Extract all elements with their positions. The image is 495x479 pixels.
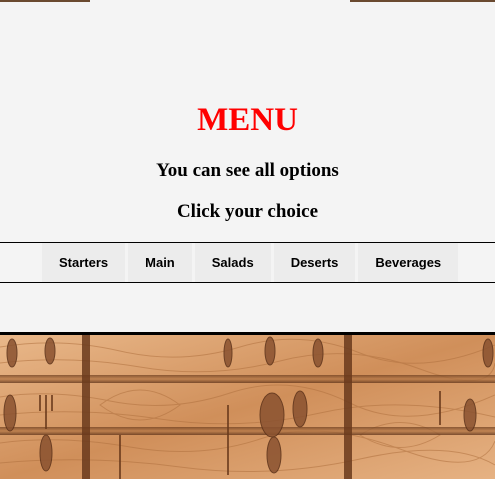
menu-title: MENU xyxy=(197,102,298,138)
nav-item-salads[interactable]: Salads xyxy=(194,243,271,282)
menu-subtitle: You can see all options xyxy=(156,160,339,181)
wooden-drawer-image xyxy=(0,332,495,479)
content-area xyxy=(0,283,495,332)
nav-item-beverages[interactable]: Beverages xyxy=(358,243,459,282)
menu-instruction: Click your choice xyxy=(176,201,319,222)
category-nav: Starters Main Salads Deserts Beverages xyxy=(0,242,495,283)
nav-item-deserts[interactable]: Deserts xyxy=(273,243,356,282)
nav-item-starters[interactable]: Starters xyxy=(42,243,126,282)
page-header: MENU You can see all options Click your … xyxy=(0,0,495,240)
nav-item-main[interactable]: Main xyxy=(128,243,192,282)
category-nav-list: Starters Main Salads Deserts Beverages xyxy=(42,243,459,282)
wooden-drawer-svg xyxy=(0,335,495,479)
